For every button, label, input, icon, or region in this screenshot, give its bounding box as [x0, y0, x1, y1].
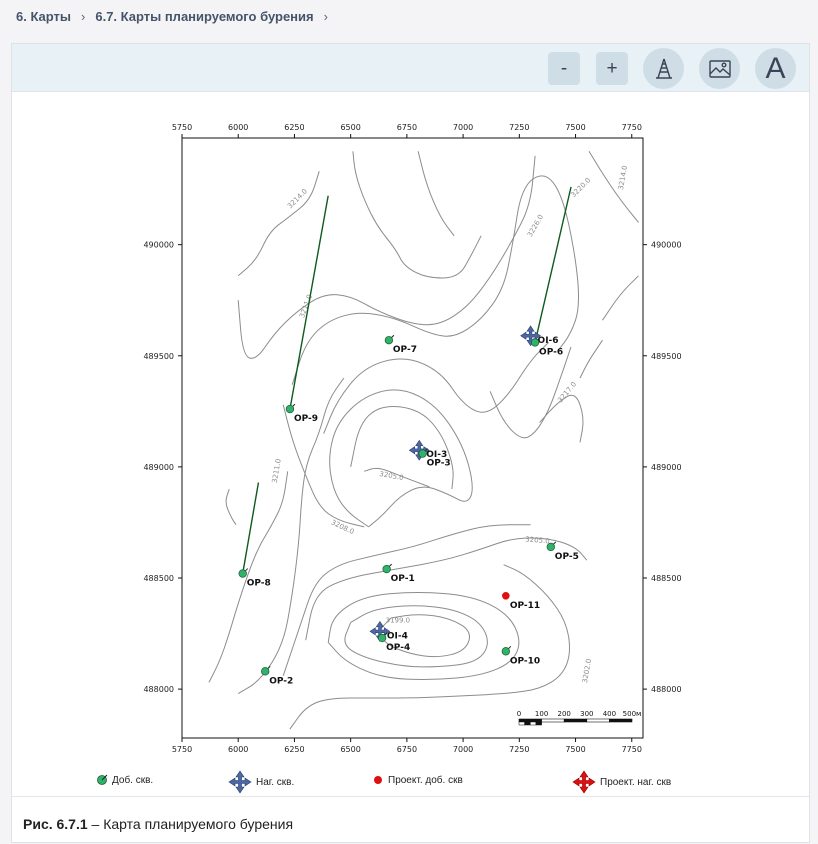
- scalebar-segment: [518, 721, 525, 726]
- y-tick-label: 488000: [143, 685, 174, 694]
- breadcrumb-item-maps[interactable]: 6. Карты: [16, 9, 71, 24]
- y-tick-label: 488000: [651, 685, 682, 694]
- x-tick-label: 6500: [340, 745, 360, 754]
- projected-production-well-icon: [374, 776, 382, 784]
- production-well-marker: [285, 404, 295, 414]
- well-label: OP-6: [539, 347, 563, 357]
- x-tick-label: 6000: [228, 123, 248, 132]
- scalebar-segment: [609, 718, 633, 723]
- oil-rig-icon: [655, 58, 672, 79]
- production-well-marker: [377, 633, 387, 643]
- breadcrumb-item-drilling-maps[interactable]: 6.7. Карты планируемого бурения: [95, 9, 313, 24]
- scalebar-segment: [524, 721, 531, 726]
- scalebar-label: 500м: [623, 710, 642, 718]
- production-well-icon: [97, 774, 108, 785]
- x-tick-label: 7750: [622, 123, 642, 132]
- figure-title: – Карта планируемого бурения: [87, 816, 294, 832]
- x-tick-label: 6250: [284, 123, 304, 132]
- map-image-button[interactable]: [699, 48, 740, 89]
- y-tick-label: 490000: [143, 241, 174, 250]
- well-label: OP-11: [510, 601, 540, 611]
- map-image-icon: [708, 59, 731, 78]
- y-tick-label: 490000: [651, 241, 682, 250]
- production-well-marker: [384, 336, 394, 345]
- well-label: OP-8: [247, 579, 271, 589]
- zoom-out-button[interactable]: -: [548, 52, 580, 85]
- x-tick-label: 6750: [397, 745, 417, 754]
- well-label: OP-4: [386, 643, 410, 653]
- projected-production-well-marker: [502, 591, 510, 600]
- breadcrumb: 6. Карты › 6.7. Карты планируемого бурен…: [0, 0, 818, 33]
- production-well-marker: [530, 338, 540, 347]
- scalebar-label: 0: [517, 710, 521, 718]
- contour-label: 3199.0: [386, 616, 411, 624]
- scalebar-segment: [541, 718, 565, 723]
- figure-number: Рис. 6.7.1: [23, 816, 88, 832]
- x-tick-label: 5750: [172, 123, 192, 132]
- well-label: OP-9: [294, 414, 318, 424]
- x-tick-label: 6500: [340, 123, 360, 132]
- scalebar-label: 400: [603, 710, 616, 718]
- figure-caption: Рис. 6.7.1 – Карта планируемого бурения: [12, 796, 809, 844]
- production-well-marker: [382, 564, 391, 574]
- legend-projected-injection-well: Проект. наг. скв: [572, 770, 671, 794]
- scalebar-label: 300: [580, 710, 593, 718]
- zoom-in-button[interactable]: +: [596, 52, 628, 85]
- well-label: OP-5: [555, 552, 579, 562]
- well-label: OP-2: [269, 676, 293, 686]
- production-well-marker: [501, 647, 510, 656]
- map-area[interactable]: 3214.0 3211.0 3211.0 3208.0 3205.0 3199.0 3205…: [12, 92, 809, 797]
- scalebar-segment: [563, 718, 588, 723]
- well-label: OI-4: [387, 631, 408, 641]
- x-tick-label: 6000: [228, 745, 248, 754]
- y-tick-label: 489500: [651, 352, 682, 361]
- scalebar-label: 100: [535, 710, 548, 718]
- y-tick-label: 488500: [651, 574, 682, 583]
- scalebar-segment: [586, 718, 610, 723]
- production-well-marker: [546, 542, 555, 552]
- y-tick-label: 489000: [143, 463, 174, 472]
- map-legend: Доб. скв. Наг. скв. Проект. доб. скв Про…: [12, 766, 809, 796]
- x-tick-label: 6250: [284, 745, 304, 754]
- y-tick-label: 489000: [651, 463, 682, 472]
- x-tick-label: 7250: [509, 123, 529, 132]
- well-label: OP-7: [393, 345, 417, 355]
- legend-production-well: Доб. скв.: [96, 774, 153, 786]
- projected-injection-well-icon: [572, 770, 596, 794]
- x-tick-label: 7500: [565, 745, 585, 754]
- x-tick-label: 5750: [172, 745, 192, 754]
- well-label: OP-1: [391, 574, 415, 584]
- x-tick-label: 7250: [509, 745, 529, 754]
- text-label-icon: A: [765, 51, 786, 85]
- production-well-marker: [418, 449, 427, 458]
- production-well-marker: [238, 569, 247, 578]
- scalebar-segment: [518, 718, 542, 723]
- legend-injection-well: Наг. скв.: [228, 770, 294, 794]
- x-tick-label: 7500: [565, 123, 585, 132]
- y-tick-label: 488500: [143, 574, 174, 583]
- x-tick-label: 7000: [453, 745, 473, 754]
- x-tick-label: 6750: [397, 123, 417, 132]
- production-well-marker: [261, 667, 270, 676]
- legend-projected-production-well: Проект. доб. скв: [372, 774, 463, 786]
- breadcrumb-separator: ›: [323, 9, 328, 24]
- well-label: OP-3: [427, 459, 451, 469]
- x-tick-label: 7000: [453, 123, 473, 132]
- map-card: - + A 3214.0 3211.0 3211.0 3208.0 3205.0…: [11, 43, 810, 843]
- scalebar-label: 200: [558, 710, 571, 718]
- well-label: OI-6: [538, 336, 559, 346]
- well-label: OP-10: [510, 656, 540, 666]
- y-tick-label: 489500: [143, 352, 174, 361]
- x-tick-label: 7750: [622, 745, 642, 754]
- oil-rig-button[interactable]: [643, 48, 684, 89]
- injection-well-icon: [228, 770, 252, 794]
- scalebar-segment: [535, 721, 542, 726]
- breadcrumb-separator: ›: [81, 9, 86, 24]
- scalebar-segment: [530, 721, 537, 726]
- text-label-button[interactable]: A: [755, 48, 796, 89]
- drilling-map[interactable]: 3214.03211.03211.03208.03205.03199.03205…: [12, 92, 809, 797]
- map-toolbar: - + A: [12, 44, 809, 92]
